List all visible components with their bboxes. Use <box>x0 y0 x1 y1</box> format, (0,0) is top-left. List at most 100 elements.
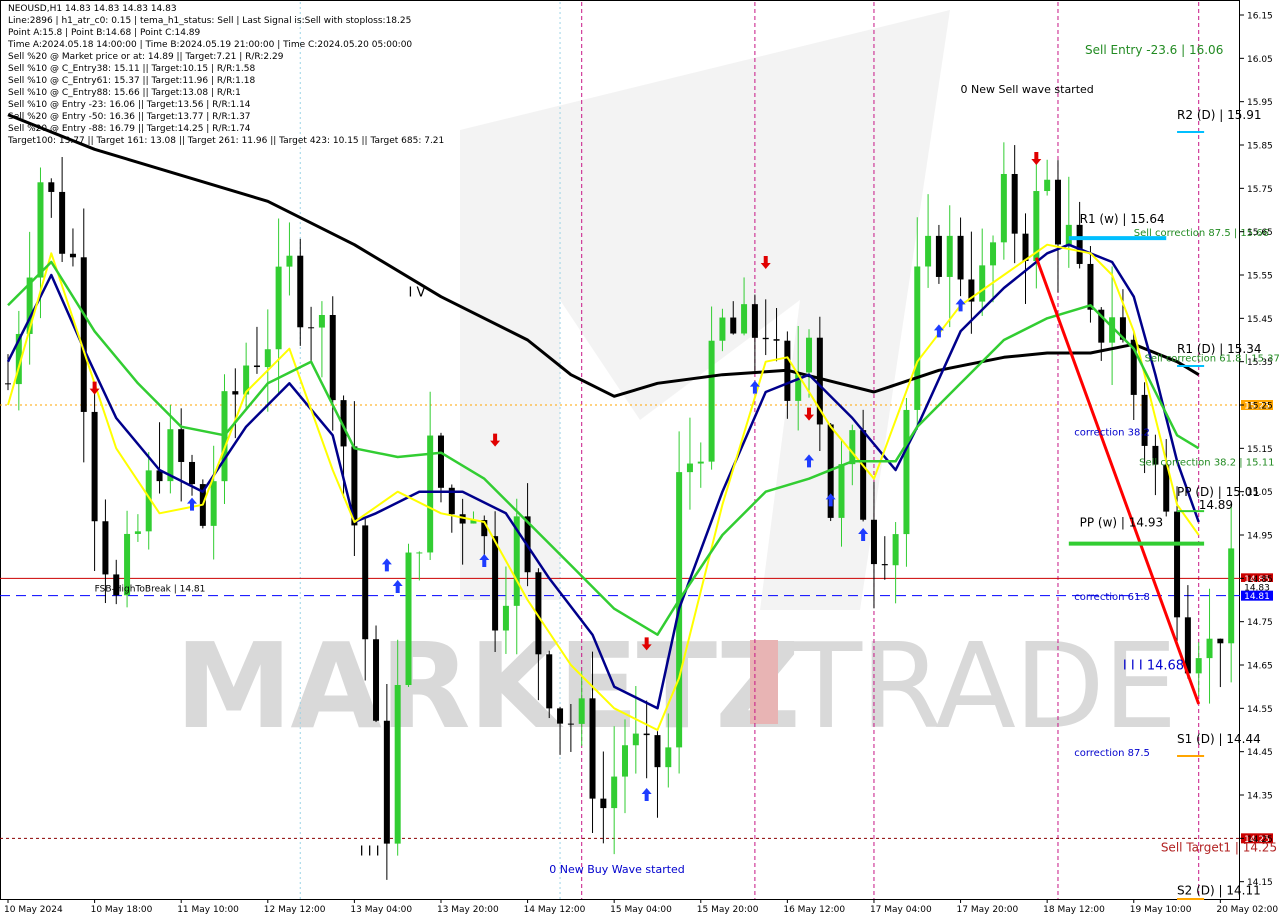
candle-body <box>935 235 942 277</box>
candle-body <box>91 411 98 522</box>
candle-body <box>578 698 585 724</box>
candle-body <box>806 337 813 373</box>
chart-annotation: Sell correction 38.2 | 15.11 <box>1139 458 1274 469</box>
chart-annotation: PP (w) | 14.93 <box>1080 515 1164 529</box>
info-panel: NEOUSD,H1 14.83 14.83 14.83 14.83 Line:2… <box>8 3 444 147</box>
candle-body <box>329 314 336 401</box>
info-line: Point A:15.8 | Point B:14.68 | Point C:1… <box>8 28 201 38</box>
candle-body <box>1195 658 1202 674</box>
chart-annotation: FSB-HighToBreak | 14.81 <box>95 584 206 594</box>
candle-body <box>567 723 574 725</box>
y-tick-label: 15.75 <box>1247 185 1273 195</box>
candle-body <box>373 639 380 721</box>
candle-body <box>502 605 509 631</box>
candle-body <box>1011 173 1018 234</box>
chart-annotation: I V <box>409 286 426 301</box>
x-tick-label: 13 May 04:00 <box>350 905 412 915</box>
x-tick-label: 20 May 02:00 <box>1216 905 1278 915</box>
candle-body <box>1087 263 1094 310</box>
candle-body <box>1217 638 1224 644</box>
chart-annotation: S1 (D) | 14.44 <box>1177 732 1261 746</box>
info-line: Sell %10 @ C_Entry38: 15.11 || Target:10… <box>8 64 256 74</box>
watermark-left: MARKETZ <box>175 617 799 755</box>
info-line: Sell %20 @ Market price or at: 14.89 || … <box>8 52 284 62</box>
x-tick-label: 17 May 04:00 <box>870 905 932 915</box>
candle-body <box>654 735 661 768</box>
candle-body <box>416 552 423 554</box>
y-tick-label: 15.45 <box>1247 315 1273 325</box>
candle-body <box>719 317 726 341</box>
candle-body <box>1000 173 1007 243</box>
candle-body <box>708 340 715 462</box>
candle-body <box>437 435 444 488</box>
candle-body <box>600 798 607 809</box>
info-line: Sell %20 @ Entry -88: 16.79 || Target:14… <box>8 124 251 134</box>
candle-body <box>59 191 66 254</box>
candle-body <box>730 317 737 334</box>
y-tick-label: 14.95 <box>1247 532 1273 542</box>
y-tick-label: 14.55 <box>1247 705 1273 715</box>
chart-annotation: correction 38.2 <box>1074 427 1150 438</box>
candle-body <box>1065 224 1072 245</box>
y-tick-label: 16.05 <box>1247 55 1273 65</box>
y-tick-label: 15.85 <box>1247 142 1273 152</box>
candle-body <box>134 531 141 534</box>
x-tick-label: 16 May 12:00 <box>783 905 845 915</box>
candle-body <box>383 720 390 844</box>
x-tick-label: 15 May 20:00 <box>697 905 759 915</box>
y-tick-label: 15.05 <box>1247 488 1273 498</box>
chart-annotation: Sell Entry -23.6 | 16.06 <box>1085 43 1223 57</box>
candle-body <box>48 182 55 192</box>
candle-body <box>925 235 932 267</box>
candle-body <box>741 304 748 334</box>
info-line: Sell %20 @ Entry -50: 16.36 || Target:13… <box>8 112 251 122</box>
candle-body <box>69 253 76 258</box>
candle-body <box>492 536 499 631</box>
x-tick-label: 13 May 20:00 <box>437 905 499 915</box>
candle-body <box>697 461 704 464</box>
candle-body <box>762 337 769 340</box>
candle-body <box>394 684 401 844</box>
chart-annotation: R2 (D) | 15.91 <box>1177 108 1261 122</box>
info-line: Line:2896 | h1_atr_c0: 0.15 | tema_h1_st… <box>8 16 412 26</box>
info-line: Sell %10 @ C_Entry88: 15.66 || Target:13… <box>8 88 241 98</box>
chart-annotation: I I I 14.68 <box>1123 658 1184 673</box>
candle-body <box>665 747 672 768</box>
candle-body <box>632 733 639 746</box>
candle-body <box>860 430 867 520</box>
y-tick-label: 15.55 <box>1247 272 1273 282</box>
y-tick-label: 15.65 <box>1247 228 1273 238</box>
candle-body <box>80 257 87 412</box>
candle-body <box>903 409 910 535</box>
chart-annotation: 14.89 <box>1199 498 1233 512</box>
chart-annotation: correction 87.5 <box>1074 748 1150 759</box>
candle-body <box>914 266 921 410</box>
candle-body <box>1206 638 1213 659</box>
x-tick-label: 15 May 04:00 <box>610 905 672 915</box>
info-line: NEOUSD,H1 14.83 14.83 14.83 14.83 <box>8 4 177 14</box>
x-tick-label: 14 May 12:00 <box>524 905 586 915</box>
candle-body <box>405 552 412 685</box>
candle-body <box>189 461 196 485</box>
y-tick-label: 16.15 <box>1247 12 1273 22</box>
y-tick-label: 14.45 <box>1247 748 1273 758</box>
candle-body <box>870 519 877 565</box>
y-tick-label: 15.35 <box>1247 358 1273 368</box>
candle-body <box>264 349 271 368</box>
candle-body <box>275 266 282 350</box>
x-tick-label: 18 May 12:00 <box>1043 905 1105 915</box>
y-tick-label: 14.15 <box>1247 878 1273 888</box>
info-line: Target100: 13.77 || Target 161: 13.08 ||… <box>8 136 445 146</box>
candle-body <box>557 708 564 724</box>
candle-body <box>5 383 11 385</box>
y-tick-label: 14.85 <box>1247 575 1273 585</box>
candle-body <box>881 564 888 566</box>
y-tick-label: 14.75 <box>1247 618 1273 628</box>
candle-body <box>286 255 293 267</box>
chart-annotation: I I I <box>360 845 380 860</box>
x-tick-label: 10 May 2024 <box>4 905 63 915</box>
y-tick-label: 15.95 <box>1247 98 1273 108</box>
price-tag: 14.81 <box>1244 592 1270 602</box>
chart-annotation: 0 New Sell wave started <box>961 83 1094 96</box>
candle-body <box>643 733 650 736</box>
